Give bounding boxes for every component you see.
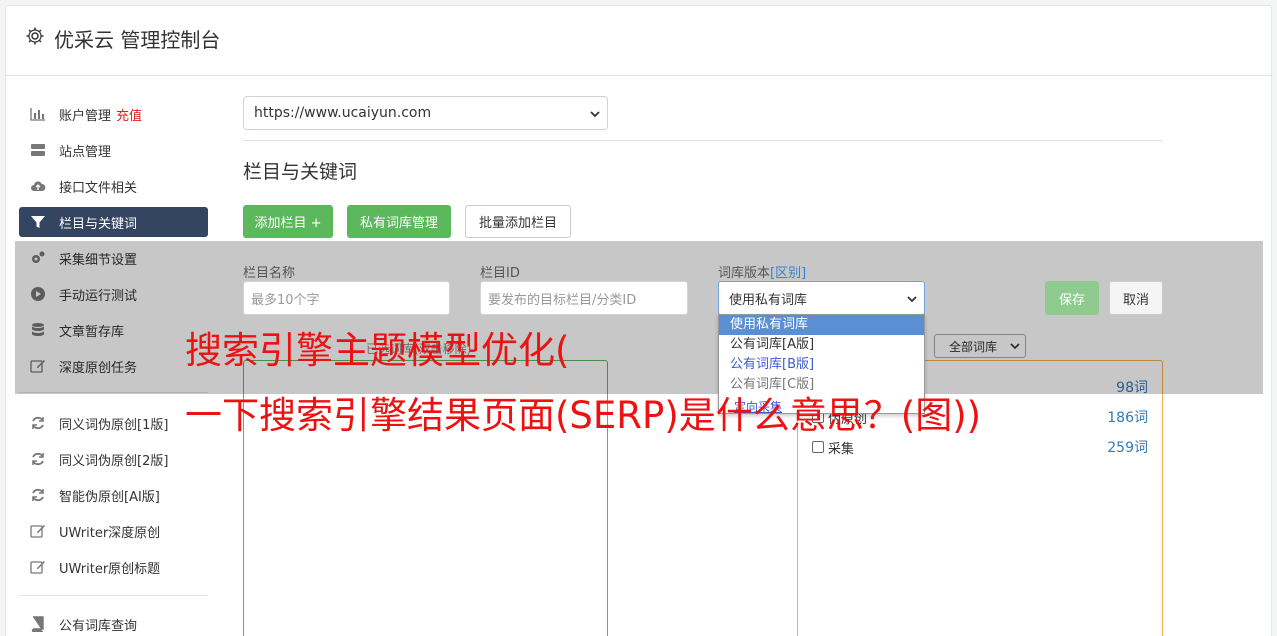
sidebar-item-label: 账户管理 xyxy=(59,108,112,124)
watermark-line-2: 一下搜索引擎结果页面(SERP)是什么意思？(图)) xyxy=(185,394,982,437)
batch-add-button[interactable]: 批量添加栏目 xyxy=(465,205,571,238)
sidebar-item-synonym-2[interactable]: 同义词伪原创[2版] xyxy=(19,444,208,474)
sidebar-divider xyxy=(19,595,208,596)
word-lib-name: 采集 xyxy=(828,441,855,457)
app-title: 优采云 管理控制台 xyxy=(54,28,221,52)
book-icon xyxy=(31,616,44,632)
sidebar-item-uwriter-deep[interactable]: UWriter深度原创 xyxy=(19,516,208,546)
cloud-upload-icon xyxy=(31,181,46,191)
recharge-link[interactable]: 充值 xyxy=(116,105,142,124)
sidebar-item-label: 站点管理 xyxy=(59,144,112,160)
sidebar-item-label: 接口文件相关 xyxy=(59,180,138,196)
sidebar-item-label: 公有词库查询 xyxy=(59,618,138,634)
refresh-icon xyxy=(32,416,44,430)
word-lib-count: 259词 xyxy=(1107,440,1148,456)
sidebar-item-account[interactable]: 账户管理 充值 xyxy=(19,99,208,129)
lib-version-diff-link[interactable]: [区别] xyxy=(770,266,806,281)
lib-version-label-text: 词库版本 xyxy=(718,266,771,281)
dropdown-option[interactable]: 公有词库[A版] xyxy=(719,335,924,355)
header-bar: 优采云 管理控制台 xyxy=(6,6,1273,76)
sidebar-item-interface[interactable]: 接口文件相关 xyxy=(19,171,208,201)
sidebar-item-label: UWriter深度原创 xyxy=(59,525,161,541)
sidebar-item-public-lib[interactable]: 公有词库查询 xyxy=(19,609,208,636)
list-item[interactable]: 采集 259词 xyxy=(812,437,1148,457)
lib-version-select[interactable]: 使用私有词库 xyxy=(718,281,925,315)
site-select-value: https://www.ucaiyun.com xyxy=(254,105,432,121)
edit-icon xyxy=(30,525,45,538)
sidebar-item-uwriter-title[interactable]: UWriter原创标题 xyxy=(19,552,208,582)
sidebar-item-sites[interactable]: 站点管理 xyxy=(19,135,208,165)
checkbox[interactable] xyxy=(812,441,824,453)
column-id-placeholder: 要发布的目标栏目/分类ID xyxy=(488,292,637,308)
edit-icon xyxy=(30,561,45,574)
save-button[interactable]: 保存 xyxy=(1045,281,1099,315)
sidebar-item-label: 同义词伪原创[1版] xyxy=(59,417,169,433)
word-lib-count: 186词 xyxy=(1107,410,1148,426)
column-name-placeholder: 最多10个字 xyxy=(251,292,320,308)
add-column-button[interactable]: 添加栏目 + xyxy=(243,205,333,238)
bar-chart-icon xyxy=(30,108,45,121)
divider xyxy=(243,140,1163,141)
chevron-down-icon xyxy=(907,296,917,303)
refresh-icon xyxy=(32,488,44,502)
column-name-input[interactable]: 最多10个字 xyxy=(243,281,450,315)
filter-icon xyxy=(31,216,45,228)
chevron-down-icon xyxy=(590,111,600,118)
dropdown-option[interactable]: 使用私有词库 xyxy=(719,315,924,335)
cancel-button[interactable]: 取消 xyxy=(1109,281,1163,315)
watermark-line-1: 搜索引擎主题模型优化( xyxy=(185,329,570,372)
private-lib-button[interactable]: 私有词库管理 xyxy=(347,205,451,238)
refresh-icon xyxy=(32,452,44,466)
section-title: 栏目与关键词 xyxy=(243,161,358,183)
site-select[interactable]: https://www.ucaiyun.com xyxy=(243,96,608,130)
lib-version-label: 词库版本[区别] xyxy=(718,262,806,281)
server-icon xyxy=(31,144,45,156)
column-id-input[interactable]: 要发布的目标栏目/分类ID xyxy=(480,281,688,315)
sidebar-item-label: 栏目与关键词 xyxy=(59,216,138,232)
sidebar-item-label: 同义词伪原创[2版] xyxy=(59,453,169,469)
column-name-label: 栏目名称 xyxy=(243,266,296,281)
sidebar-item-label: 智能伪原创[AI版] xyxy=(59,489,160,505)
gear-icon xyxy=(26,27,44,45)
sidebar-item-columns[interactable]: 栏目与关键词 xyxy=(19,207,208,237)
sidebar-item-synonym-1[interactable]: 同义词伪原创[1版] xyxy=(19,408,208,438)
column-id-label: 栏目ID xyxy=(480,266,520,281)
sidebar-item-label: UWriter原创标题 xyxy=(59,561,161,577)
lib-version-value: 使用私有词库 xyxy=(729,292,808,308)
dropdown-option[interactable]: 公有词库[B版] xyxy=(719,355,924,375)
sidebar-item-ai-original[interactable]: 智能伪原创[AI版] xyxy=(19,480,208,510)
